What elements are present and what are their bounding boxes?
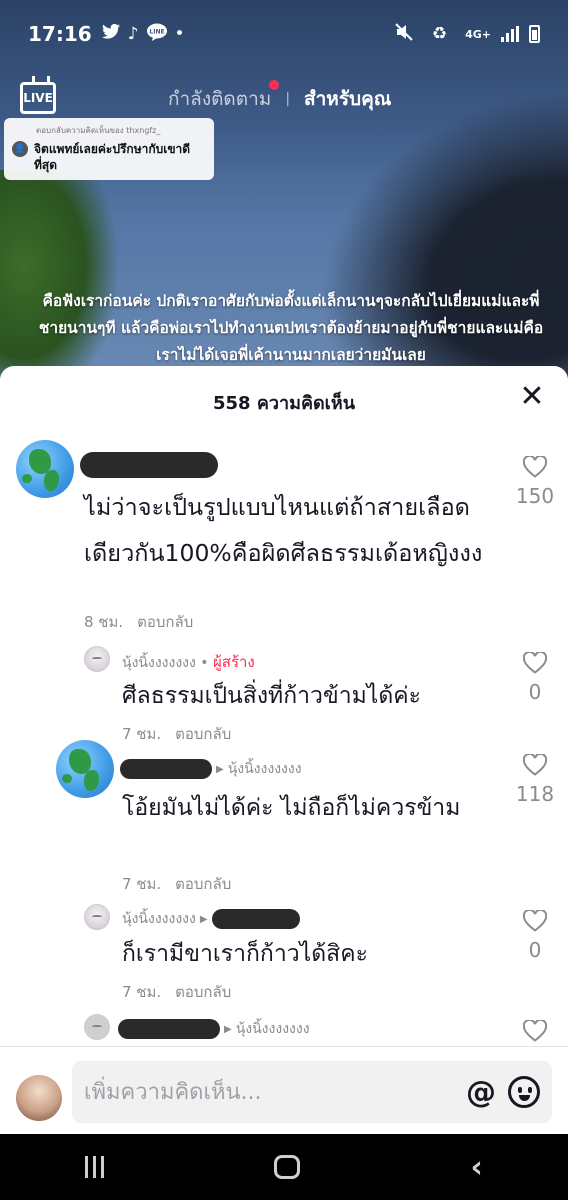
tab-separator: | xyxy=(285,91,291,107)
reply-sticker-header: ตอบกลับความคิดเห็นของ thxngfz_ xyxy=(36,126,161,135)
reply-arrow-icon: ▶ xyxy=(224,1023,232,1035)
comment-author: นุ้งนิ้งงงงงงง ▶ xyxy=(122,908,300,930)
like-button[interactable]: 150 xyxy=(510,456,560,508)
system-nav-bar: ‹ xyxy=(0,1134,568,1200)
comment-meta: 7 ชม. ตอบกลับ xyxy=(122,872,231,896)
tab-for-you[interactable]: สำหรับคุณ xyxy=(304,84,391,114)
like-button[interactable] xyxy=(510,1020,560,1042)
reply-item[interactable]: นุ้งนิ้งงงงงงง • ผู้สร้าง ศีลธรรมเป็นสิ่… xyxy=(0,644,568,743)
reply-button[interactable]: ตอบกลับ xyxy=(175,875,231,893)
notification-dot xyxy=(269,80,280,90)
comment-meta: 8 ชม. ตอบกลับ xyxy=(84,610,193,634)
tab-following-label: กำลังติดตาม xyxy=(168,88,272,110)
comment-input[interactable] xyxy=(84,1061,444,1123)
reply-button[interactable]: ตอบกลับ xyxy=(137,613,193,631)
emoji-icon[interactable] xyxy=(508,1076,540,1108)
comment-author: นุ้งนิ้งงงงงงง • ผู้สร้าง xyxy=(122,653,255,671)
recycle-icon: ♻ xyxy=(431,24,448,44)
avatar[interactable] xyxy=(84,904,110,930)
author-name[interactable]: นุ้งนิ้งงงงงงง xyxy=(122,655,196,671)
username-redacted[interactable] xyxy=(80,452,218,478)
avatar[interactable] xyxy=(84,1014,110,1040)
battery-icon xyxy=(529,25,540,43)
line-icon: LINE xyxy=(146,23,167,46)
network-type: 4G+ xyxy=(465,27,491,41)
comment-input-bar: @ xyxy=(0,1046,568,1134)
comment-author: ▶ นุ้งนิ้งงงงงงง xyxy=(120,758,302,780)
feed-tabs: กำลังติดตาม | สำหรับคุณ xyxy=(168,80,391,114)
comment-input-box[interactable]: @ xyxy=(72,1061,552,1123)
comments-count-title: 558 ความคิดเห็น xyxy=(212,393,355,414)
comment-time: 7 ชม. xyxy=(122,875,162,893)
reply-button[interactable]: ตอบกลับ xyxy=(175,983,231,1001)
like-count: 0 xyxy=(528,938,542,962)
creator-badge: ผู้สร้าง xyxy=(213,653,255,671)
status-bar: 17:16 ♪ LINE • ♻ 4G+ xyxy=(0,0,568,68)
author-name[interactable]: นุ้งนิ้งงงงงงง xyxy=(122,908,196,930)
heart-icon xyxy=(523,910,547,932)
heart-icon xyxy=(523,652,547,674)
tiktok-icon: ♪ xyxy=(127,24,139,44)
heart-icon xyxy=(523,1020,547,1042)
comment-text: ก็เรามีขาเราก็ก้าวได้สิคะ xyxy=(122,941,368,967)
reply-arrow-icon: ▶ xyxy=(199,913,208,925)
mute-icon xyxy=(394,22,414,46)
heart-icon xyxy=(523,754,547,776)
reply-sticker-text: จิตแพทย์เลยค่ะปรึกษากับเขาดีที่สุด xyxy=(34,142,191,172)
comment-author: ▶ นุ้งนิ้งงงงงงง xyxy=(118,1018,310,1040)
live-button[interactable]: LIVE xyxy=(20,82,56,114)
status-time: 17:16 xyxy=(28,22,92,46)
dot-icon: • xyxy=(174,24,185,44)
back-icon[interactable]: ‹ xyxy=(471,1150,483,1185)
like-count: 118 xyxy=(515,782,555,806)
reply-item[interactable]: ▶ นุ้งนิ้งงงงงงง โอ้ยมันไม่ได้ค่ะ ไม่ถือ… xyxy=(0,738,568,898)
comment-text: ไม่ว่าจะเป็นรูปแบบไหนแต่ถ้าสายเลือดเดียว… xyxy=(84,493,483,567)
video-caption: คือฟังเราก่อนค่ะ ปกติเราอาศัยกับพ่อตั้งแ… xyxy=(38,292,544,364)
reply-item[interactable]: นุ้งนิ้งงงงงงง ▶ ก็เรามีขาเราก็ก้าวได้สิ… xyxy=(0,902,568,1002)
comment-meta: 7 ชม. ตอบกลับ xyxy=(122,980,231,1004)
avatar[interactable] xyxy=(56,740,114,798)
username-redacted[interactable] xyxy=(211,909,300,929)
home-icon[interactable] xyxy=(274,1155,301,1179)
like-button[interactable]: 0 xyxy=(510,652,560,704)
reply-sticker-avatar: 👤 xyxy=(12,141,28,157)
tab-following[interactable]: กำลังติดตาม xyxy=(168,80,280,114)
comment-text: โอ้ยมันไม่ได้ค่ะ ไม่ถือก็ไม่ควรข้าม xyxy=(122,795,461,821)
heart-icon xyxy=(523,456,547,478)
comment-time: 7 ชม. xyxy=(122,983,162,1001)
recent-apps-icon[interactable] xyxy=(85,1156,105,1178)
like-count: 150 xyxy=(515,484,555,508)
avatar[interactable] xyxy=(84,646,110,672)
comments-header: 558 ความคิดเห็น ✕ xyxy=(0,366,568,434)
username-redacted[interactable] xyxy=(120,759,212,779)
comment-item[interactable]: ไม่ว่าจะเป็นรูปแบบไหนแต่ถ้าสายเลือดเดียว… xyxy=(0,438,568,638)
signal-icon xyxy=(501,26,519,42)
comment-text: ศีลธรรมเป็นสิ่งที่ก้าวข้ามได้ค่ะ xyxy=(122,683,422,709)
reply-to-name[interactable]: นุ้งนิ้งงงงงงง xyxy=(228,758,302,780)
like-button[interactable]: 0 xyxy=(510,910,560,962)
mention-icon[interactable]: @ xyxy=(466,1075,496,1110)
like-button[interactable]: 118 xyxy=(510,754,560,806)
comment-time: 8 ชม. xyxy=(84,613,124,631)
close-icon[interactable]: ✕ xyxy=(516,382,548,414)
reply-to-name[interactable]: นุ้งนิ้งงงงงงง xyxy=(236,1018,310,1040)
twitter-icon xyxy=(101,23,120,44)
username-redacted[interactable] xyxy=(118,1019,220,1039)
reply-sticker[interactable]: ตอบกลับความคิดเห็นของ thxngfz_ 👤 จิตแพทย… xyxy=(4,118,214,180)
comments-sheet: 558 ความคิดเห็น ✕ ไม่ว่าจะเป็นรูปแบบไหนแ… xyxy=(0,366,568,1134)
like-count: 0 xyxy=(528,680,542,704)
my-avatar xyxy=(16,1075,62,1121)
reply-arrow-icon: ▶ xyxy=(216,763,224,775)
svg-text:LINE: LINE xyxy=(149,28,164,35)
avatar[interactable] xyxy=(16,440,74,498)
